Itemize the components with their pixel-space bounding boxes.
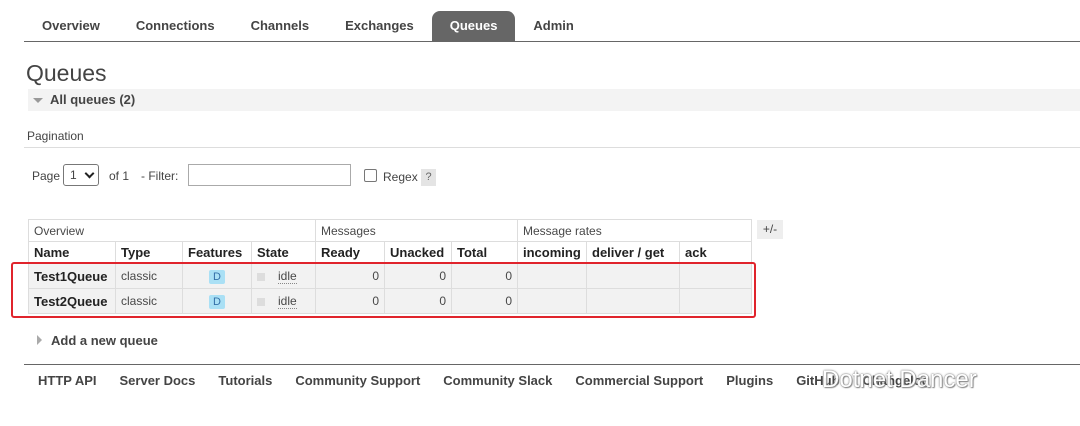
pagination-divider bbox=[24, 147, 1080, 148]
add-new-queue-toggle[interactable]: Add a new queue bbox=[37, 333, 158, 348]
col-name[interactable]: Name bbox=[28, 241, 116, 264]
col-deliver-get[interactable]: deliver / get bbox=[586, 241, 680, 264]
footer-link-server-docs[interactable]: Server Docs bbox=[120, 373, 196, 388]
footer-link-community-support[interactable]: Community Support bbox=[295, 373, 420, 388]
expand-arrow-icon bbox=[37, 335, 42, 345]
col-ready[interactable]: Ready bbox=[315, 241, 385, 264]
tab-channels[interactable]: Channels bbox=[233, 11, 328, 41]
nav-underline bbox=[24, 41, 1080, 42]
highlight-annotation-box bbox=[11, 262, 756, 318]
tab-admin[interactable]: Admin bbox=[515, 11, 591, 41]
all-queues-label: All queues (2) bbox=[50, 92, 136, 107]
footer-divider bbox=[24, 364, 1080, 365]
page-count-text: of 1 bbox=[109, 169, 130, 183]
table-group-header-row: Overview Messages Message rates bbox=[28, 219, 752, 242]
footer-link-community-slack[interactable]: Community Slack bbox=[443, 373, 552, 388]
footer-links: HTTP API Server Docs Tutorials Community… bbox=[38, 373, 953, 388]
col-total[interactable]: Total bbox=[451, 241, 518, 264]
page-title: Queues bbox=[26, 60, 107, 86]
regex-help-button[interactable]: ? bbox=[421, 169, 436, 186]
chevron-down-icon bbox=[84, 168, 95, 179]
col-unacked[interactable]: Unacked bbox=[384, 241, 452, 264]
group-message-rates: Message rates bbox=[517, 219, 752, 242]
footer-link-commercial-support[interactable]: Commercial Support bbox=[575, 373, 703, 388]
watermark: Dotnet Dancer bbox=[822, 366, 977, 393]
main-nav-tabs: Overview Connections Channels Exchanges … bbox=[24, 11, 592, 41]
col-type[interactable]: Type bbox=[115, 241, 183, 264]
toggle-columns-button[interactable]: +/- bbox=[757, 220, 783, 239]
footer-link-http-api[interactable]: HTTP API bbox=[38, 373, 97, 388]
table-column-header-row: Name Type Features State Ready Unacked T… bbox=[28, 241, 752, 264]
add-new-queue-label: Add a new queue bbox=[51, 333, 158, 348]
footer-link-plugins[interactable]: Plugins bbox=[726, 373, 773, 388]
page-text: Page bbox=[32, 169, 61, 183]
collapse-arrow-icon bbox=[33, 98, 43, 103]
regex-label: Regex bbox=[383, 170, 418, 184]
page-select-value: 1 bbox=[70, 168, 77, 182]
tab-connections[interactable]: Connections bbox=[118, 11, 233, 41]
tab-exchanges[interactable]: Exchanges bbox=[327, 11, 432, 41]
regex-checkbox[interactable] bbox=[364, 169, 377, 182]
footer-link-tutorials[interactable]: Tutorials bbox=[218, 373, 272, 388]
col-state[interactable]: State bbox=[251, 241, 316, 264]
filter-input[interactable] bbox=[188, 164, 351, 186]
page-select[interactable]: 1 bbox=[63, 164, 99, 186]
filter-label: - Filter: bbox=[141, 169, 179, 183]
group-overview: Overview bbox=[28, 219, 316, 242]
tab-queues[interactable]: Queues bbox=[431, 11, 516, 41]
pagination-label: Pagination bbox=[27, 129, 84, 143]
tab-overview[interactable]: Overview bbox=[24, 11, 118, 41]
group-messages: Messages bbox=[315, 219, 518, 242]
col-features[interactable]: Features bbox=[182, 241, 252, 264]
col-incoming[interactable]: incoming bbox=[517, 241, 587, 264]
col-ack[interactable]: ack bbox=[679, 241, 752, 264]
all-queues-section-toggle[interactable]: All queues (2) bbox=[28, 89, 1080, 111]
